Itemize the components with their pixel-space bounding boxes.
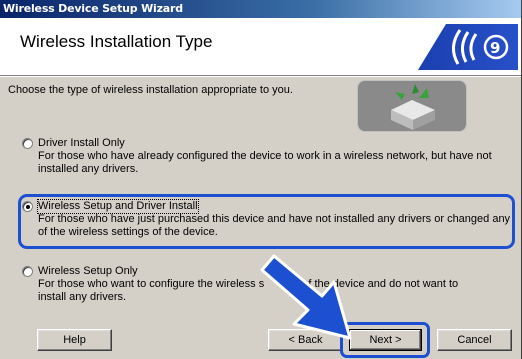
help-button[interactable]: Help [37, 329, 112, 351]
svg-text:9: 9 [490, 39, 500, 57]
cancel-button[interactable]: Cancel [437, 329, 512, 351]
instruction-text: Choose the type of wireless installation… [8, 84, 293, 96]
radio-wireless-setup-and-driver-install[interactable] [22, 201, 33, 212]
option-label: Driver Install Only [38, 137, 125, 149]
header-divider [0, 76, 521, 77]
window-title: Wireless Device Setup Wizard [3, 2, 183, 15]
option-driver-install-only[interactable]: Driver Install Only For those who have a… [22, 137, 512, 175]
option-wireless-setup-and-driver-install[interactable]: Wireless Setup and Driver Install For th… [22, 199, 512, 241]
wizard-window: Wireless Device Setup Wizard Wireless In… [0, 0, 522, 359]
radio-driver-install-only[interactable] [22, 138, 33, 149]
option-description-line2: install any drivers. [38, 291, 127, 303]
wizard-header: Wireless Installation Type 9 [0, 18, 521, 76]
title-bar: Wireless Device Setup Wizard [0, 0, 521, 18]
option-description: For those who have already configured th… [38, 150, 492, 175]
page-title: Wireless Installation Type [20, 32, 213, 51]
option-description: For those who have just purchased this d… [38, 213, 511, 238]
wireless-signal-icon: 9 [418, 24, 518, 70]
radio-wireless-setup-only[interactable] [22, 266, 33, 277]
option-label: Wireless Setup Only [38, 265, 138, 277]
package-icon [357, 80, 467, 132]
pointer-arrow-icon [260, 254, 352, 340]
option-description-part1: For those who want to configure the wire… [38, 278, 265, 290]
option-label: Wireless Setup and Driver Install [37, 199, 199, 214]
